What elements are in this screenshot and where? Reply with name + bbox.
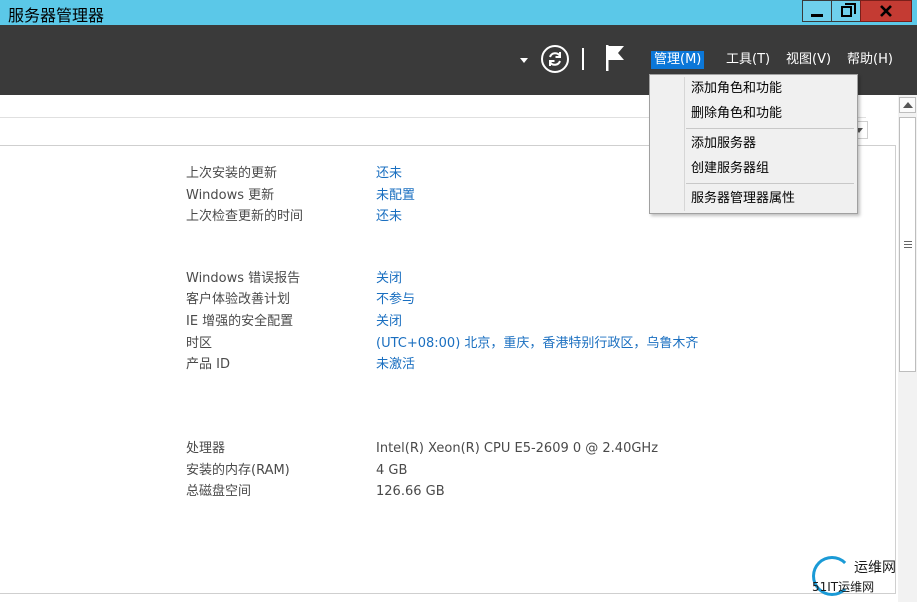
prop-label-last-checked: 上次检查更新的时间: [186, 209, 304, 224]
minimize-icon: [811, 14, 823, 17]
menu-item-server-manager-properties[interactable]: 服务器管理器属性: [691, 190, 795, 208]
minimize-button[interactable]: [802, 0, 832, 22]
prop-value-windows-update[interactable]: 未配置: [376, 187, 415, 205]
menu-item-create-server-group[interactable]: 创建服务器组: [691, 160, 769, 178]
window-title: 服务器管理器: [8, 6, 105, 25]
prop-value-error-reporting[interactable]: 关闭: [376, 270, 402, 288]
prop-value-disk-space: 126.66 GB: [376, 484, 445, 499]
refresh-icon: [549, 52, 561, 66]
grip-icon: [904, 241, 912, 248]
prop-label-time-zone: 时区: [186, 336, 213, 351]
maximize-button[interactable]: [831, 0, 861, 22]
prop-label-disk-space: 总磁盘空间: [186, 484, 252, 499]
notifications-flag-icon[interactable]: [604, 43, 626, 73]
menu-view[interactable]: 视图(V): [783, 51, 834, 69]
restore-icon: [840, 2, 856, 17]
title-bar: 服务器管理器: [0, 0, 917, 25]
menu-item-add-roles-features[interactable]: 添加角色和功能: [691, 80, 782, 98]
watermark: 运维网 51IT运维网: [812, 556, 912, 600]
prop-label-last-installed-updates: 上次安装的更新: [186, 166, 278, 181]
prop-label-processor: 处理器: [186, 441, 226, 456]
menu-item-remove-roles-features[interactable]: 删除角色和功能: [691, 105, 782, 123]
prop-label-ie-esc: IE 增强的安全配置: [186, 314, 294, 329]
menu-separator: [686, 128, 854, 129]
prop-label-error-reporting: Windows 错误报告: [186, 271, 301, 286]
prop-value-processor: Intel(R) Xeon(R) CPU E5-2609 0 @ 2.40GHz: [376, 441, 659, 456]
menu-icon-gutter: [684, 77, 685, 211]
menu-tools[interactable]: 工具(T): [723, 51, 773, 69]
prop-value-ie-esc[interactable]: 关闭: [376, 313, 402, 331]
prop-value-ram: 4 GB: [376, 463, 408, 478]
scroll-up-button[interactable]: [899, 97, 916, 113]
prop-value-time-zone[interactable]: (UTC+08:00) 北京，重庆，香港特别行政区，乌鲁木齐: [376, 335, 698, 353]
prop-label-product-id: 产品 ID: [186, 357, 230, 372]
menu-separator: [686, 183, 854, 184]
scroll-thumb[interactable]: [899, 117, 916, 372]
vertical-scrollbar[interactable]: [898, 95, 917, 602]
manage-menu: 添加角色和功能 删除角色和功能 添加服务器 创建服务器组 服务器管理器属性: [649, 74, 858, 214]
close-button[interactable]: [860, 0, 912, 22]
navigation-dropdown-icon[interactable]: [520, 58, 528, 63]
prop-value-last-checked[interactable]: 还未: [376, 208, 402, 226]
prop-label-ram: 安装的内存(RAM): [186, 463, 290, 478]
prop-label-windows-update: Windows 更新: [186, 188, 275, 203]
watermark-line1: 运维网: [854, 560, 896, 576]
refresh-button[interactable]: [541, 45, 569, 73]
toolbar-separator: [582, 48, 584, 70]
prop-value-product-id[interactable]: 未激活: [376, 356, 415, 374]
prop-label-ceip: 客户体验改善计划: [186, 292, 291, 307]
close-icon: [880, 5, 892, 17]
prop-value-ceip[interactable]: 不参与: [376, 291, 415, 309]
watermark-line2: 51IT运维网: [812, 580, 875, 594]
menu-help[interactable]: 帮助(H): [844, 51, 896, 69]
menu-manage[interactable]: 管理(M): [651, 51, 705, 69]
prop-value-last-installed-updates[interactable]: 还未: [376, 165, 402, 183]
menu-item-add-servers[interactable]: 添加服务器: [691, 135, 756, 153]
